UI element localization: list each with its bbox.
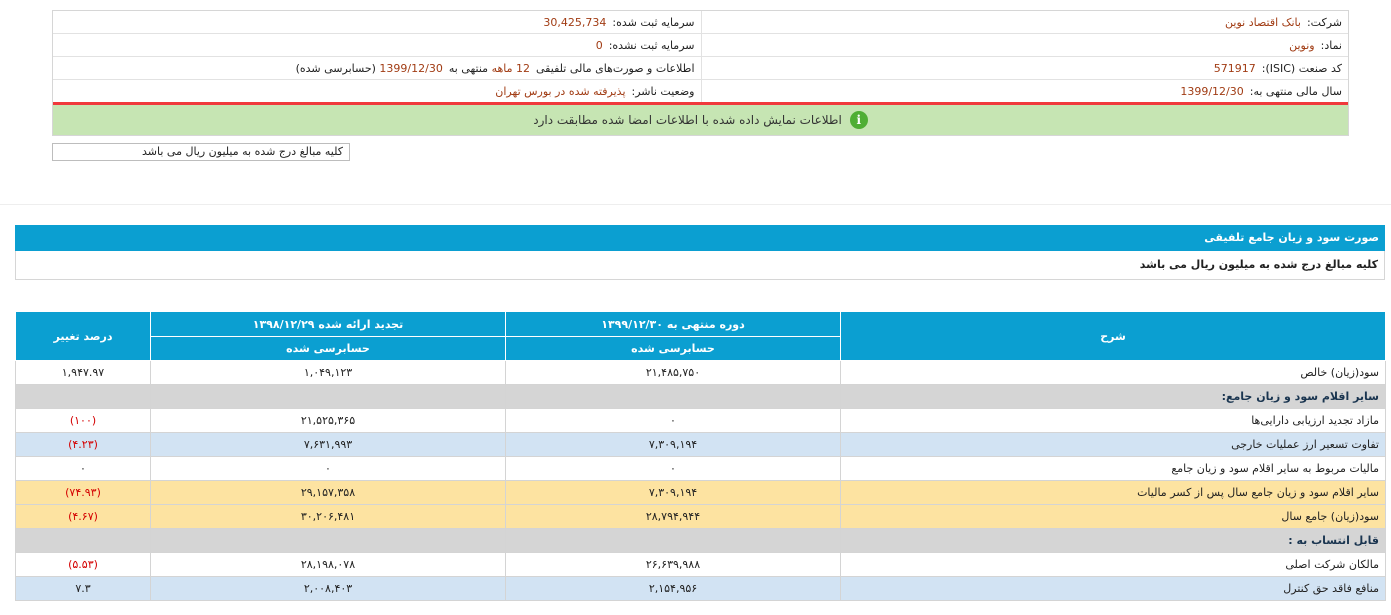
symbol-value[interactable]: ونوین bbox=[1289, 39, 1315, 52]
row-period-value: ۷,۳۰۹,۱۹۴ bbox=[505, 480, 841, 505]
row-description: مالیات مربوط به سایر اقلام سود و زیان جا… bbox=[840, 456, 1386, 481]
row-period-value bbox=[505, 528, 841, 553]
publisher-status-label: وضعیت ناشر: bbox=[631, 84, 695, 98]
publisher-status-cell: وضعیت ناشر: پذیرفته شده در بورس تهران bbox=[53, 80, 701, 102]
row-restated-value: ۷,۶۳۱,۹۹۳ bbox=[150, 432, 506, 457]
table-row: مالیات مربوط به سایر اقلام سود و زیان جا… bbox=[15, 456, 1386, 481]
report-mid: منتهی به bbox=[448, 61, 489, 75]
table-row: سود(زیان) خالص ۲۱,۴۸۵,۷۵۰ ۱,۰۴۹,۱۲۳ ۱,۹۴… bbox=[15, 360, 1386, 385]
row-period-value: ۰ bbox=[505, 456, 841, 481]
row-period-value bbox=[505, 384, 841, 409]
company-value[interactable]: بانک اقتصاد نوین bbox=[1225, 16, 1301, 29]
row-period-value: ۲۶,۶۳۹,۹۸۸ bbox=[505, 552, 841, 577]
section-title: صورت سود و زیان جامع تلفیقی bbox=[15, 225, 1385, 251]
report-prefix: اطلاعات و صورت‌های مالی تلفیقی bbox=[536, 61, 695, 75]
header-description: شرح bbox=[840, 311, 1386, 361]
row-description: سایر اقلام سود و زیان جامع: bbox=[840, 384, 1386, 409]
row-change-value: ۷.۳ bbox=[15, 576, 151, 601]
registered-capital-cell: سرمایه ثبت شده: 30,425,734 bbox=[53, 11, 701, 33]
report-date: 1399/12/30 bbox=[379, 61, 443, 75]
unregistered-capital-value: 0 bbox=[595, 38, 603, 52]
report-months: 12 ماهه bbox=[491, 61, 531, 75]
isic-value: 571917 bbox=[1213, 61, 1256, 75]
row-change-value: (۵.۵۳) bbox=[15, 552, 151, 577]
row-change-value bbox=[15, 384, 151, 409]
row-description: سود(زیان) خالص bbox=[840, 360, 1386, 385]
row-restated-value bbox=[150, 528, 506, 553]
page-divider bbox=[0, 204, 1391, 205]
row-description: قابل انتساب به : bbox=[840, 528, 1386, 553]
registered-capital-label: سرمایه ثبت شده: bbox=[612, 15, 695, 29]
table-row: مازاد تجدید ارزیابی دارایی‌ها ۰ ۲۱,۵۲۵,۳… bbox=[15, 408, 1386, 433]
info-row-1: شرکت: بانک اقتصاد نوین سرمایه ثبت شده: 3… bbox=[53, 11, 1348, 34]
company-cell: شرکت: بانک اقتصاد نوین bbox=[700, 11, 1349, 33]
fiscal-year-cell: سال مالی منتهی به: 1399/12/30 bbox=[700, 80, 1349, 102]
header-change: درصد تغییر bbox=[15, 311, 151, 361]
table-row: مالکان شرکت اصلی ۲۶,۶۳۹,۹۸۸ ۲۸,۱۹۸,۰۷۸ (… bbox=[15, 552, 1386, 577]
row-period-value: ۲۸,۷۹۴,۹۴۴ bbox=[505, 504, 841, 529]
table-section-row: سایر اقلام سود و زیان جامع: bbox=[15, 384, 1386, 409]
fiscal-year-value: 1399/12/30 bbox=[1180, 84, 1244, 98]
row-restated-value: ۲۹,۱۵۷,۳۵۸ bbox=[150, 480, 506, 505]
row-restated-value: ۲,۰۰۸,۴۰۳ bbox=[150, 576, 506, 601]
table-row: منافع فاقد حق کنترل ۲,۱۵۴,۹۵۶ ۲,۰۰۸,۴۰۳ … bbox=[15, 576, 1386, 601]
info-row-2: نماد: ونوین سرمایه ثبت نشده: 0 bbox=[53, 34, 1348, 57]
row-description: منافع فاقد حق کنترل bbox=[840, 576, 1386, 601]
header-restated-audited: حسابرسی شده bbox=[150, 336, 506, 361]
row-change-value bbox=[15, 528, 151, 553]
unregistered-capital-cell: سرمایه ثبت نشده: 0 bbox=[53, 34, 701, 56]
row-restated-value bbox=[150, 384, 506, 409]
row-change-value: (۴.۶۷) bbox=[15, 504, 151, 529]
header-restated: تجدید ارائه شده ۱۳۹۸/۱۲/۲۹ bbox=[150, 311, 506, 337]
header-period: دوره منتهی به ۱۳۹۹/۱۲/۳۰ bbox=[505, 311, 841, 337]
table-row: سایر اقلام سود و زیان جامع سال پس از کسر… bbox=[15, 480, 1386, 505]
info-row-4: سال مالی منتهی به: 1399/12/30 وضعیت ناشر… bbox=[53, 80, 1348, 102]
report-description-cell: اطلاعات و صورت‌های مالی تلفیقی 12 ماهه م… bbox=[53, 57, 701, 79]
unit-note: کلیه مبالغ درج شده به میلیون ریال می باش… bbox=[52, 143, 350, 161]
row-change-value: ۱,۹۴۷.۹۷ bbox=[15, 360, 151, 385]
row-description: تفاوت تسعیر ارز عملیات خارجی bbox=[840, 432, 1386, 457]
unregistered-capital-label: سرمایه ثبت نشده: bbox=[608, 38, 695, 52]
table-row: سود(زیان) جامع سال ۲۸,۷۹۴,۹۴۴ ۳۰,۲۰۶,۴۸۱… bbox=[15, 504, 1386, 529]
company-info-panel: شرکت: بانک اقتصاد نوین سرمایه ثبت شده: 3… bbox=[52, 10, 1349, 136]
isic-label: کد صنعت (ISIC): bbox=[1261, 61, 1342, 75]
info-row-3: کد صنعت (ISIC): 571917 اطلاعات و صورت‌ها… bbox=[53, 57, 1348, 80]
row-description: مازاد تجدید ارزیابی دارایی‌ها bbox=[840, 408, 1386, 433]
row-change-value: (۷۴.۹۳) bbox=[15, 480, 151, 505]
row-description: سود(زیان) جامع سال bbox=[840, 504, 1386, 529]
header-period-audited: حسابرسی شده bbox=[505, 336, 841, 361]
verification-banner: i اطلاعات نمایش داده شده با اطلاعات امضا… bbox=[53, 105, 1348, 135]
row-restated-value: ۲۸,۱۹۸,۰۷۸ bbox=[150, 552, 506, 577]
verification-text: اطلاعات نمایش داده شده با اطلاعات امضا ش… bbox=[533, 113, 842, 127]
row-change-value: (۱۰۰) bbox=[15, 408, 151, 433]
registered-capital-value: 30,425,734 bbox=[543, 15, 607, 29]
row-period-value: ۰ bbox=[505, 408, 841, 433]
income-statement-table: شرح دوره منتهی به ۱۳۹۹/۱۲/۳۰ تجدید ارائه… bbox=[15, 311, 1386, 601]
symbol-label: نماد: bbox=[1320, 38, 1342, 52]
report-suffix: (حسابرسی شده) bbox=[295, 61, 376, 75]
info-icon: i bbox=[849, 111, 868, 129]
table-section-row: قابل انتساب به : bbox=[15, 528, 1386, 553]
row-period-value: ۷,۳۰۹,۱۹۴ bbox=[505, 432, 841, 457]
publisher-status-value: پذیرفته شده در بورس تهران bbox=[495, 84, 626, 98]
fiscal-year-label: سال مالی منتهی به: bbox=[1249, 84, 1342, 98]
row-change-value: ۰ bbox=[15, 456, 151, 481]
isic-cell: کد صنعت (ISIC): 571917 bbox=[700, 57, 1349, 79]
row-description: سایر اقلام سود و زیان جامع سال پس از کسر… bbox=[840, 480, 1386, 505]
row-description: مالکان شرکت اصلی bbox=[840, 552, 1386, 577]
row-restated-value: ۲۱,۵۲۵,۳۶۵ bbox=[150, 408, 506, 433]
symbol-cell: نماد: ونوین bbox=[700, 34, 1349, 56]
row-restated-value: ۳۰,۲۰۶,۴۸۱ bbox=[150, 504, 506, 529]
row-restated-value: ۰ bbox=[150, 456, 506, 481]
table-row: تفاوت تسعیر ارز عملیات خارجی ۷,۳۰۹,۱۹۴ ۷… bbox=[15, 432, 1386, 457]
row-restated-value: ۱,۰۴۹,۱۲۳ bbox=[150, 360, 506, 385]
row-period-value: ۲۱,۴۸۵,۷۵۰ bbox=[505, 360, 841, 385]
company-label: شرکت: bbox=[1306, 15, 1342, 29]
row-period-value: ۲,۱۵۴,۹۵۶ bbox=[505, 576, 841, 601]
section-unit-note: کلیه مبالغ درج شده به میلیون ریال می باش… bbox=[15, 251, 1385, 280]
row-change-value: (۴.۲۳) bbox=[15, 432, 151, 457]
